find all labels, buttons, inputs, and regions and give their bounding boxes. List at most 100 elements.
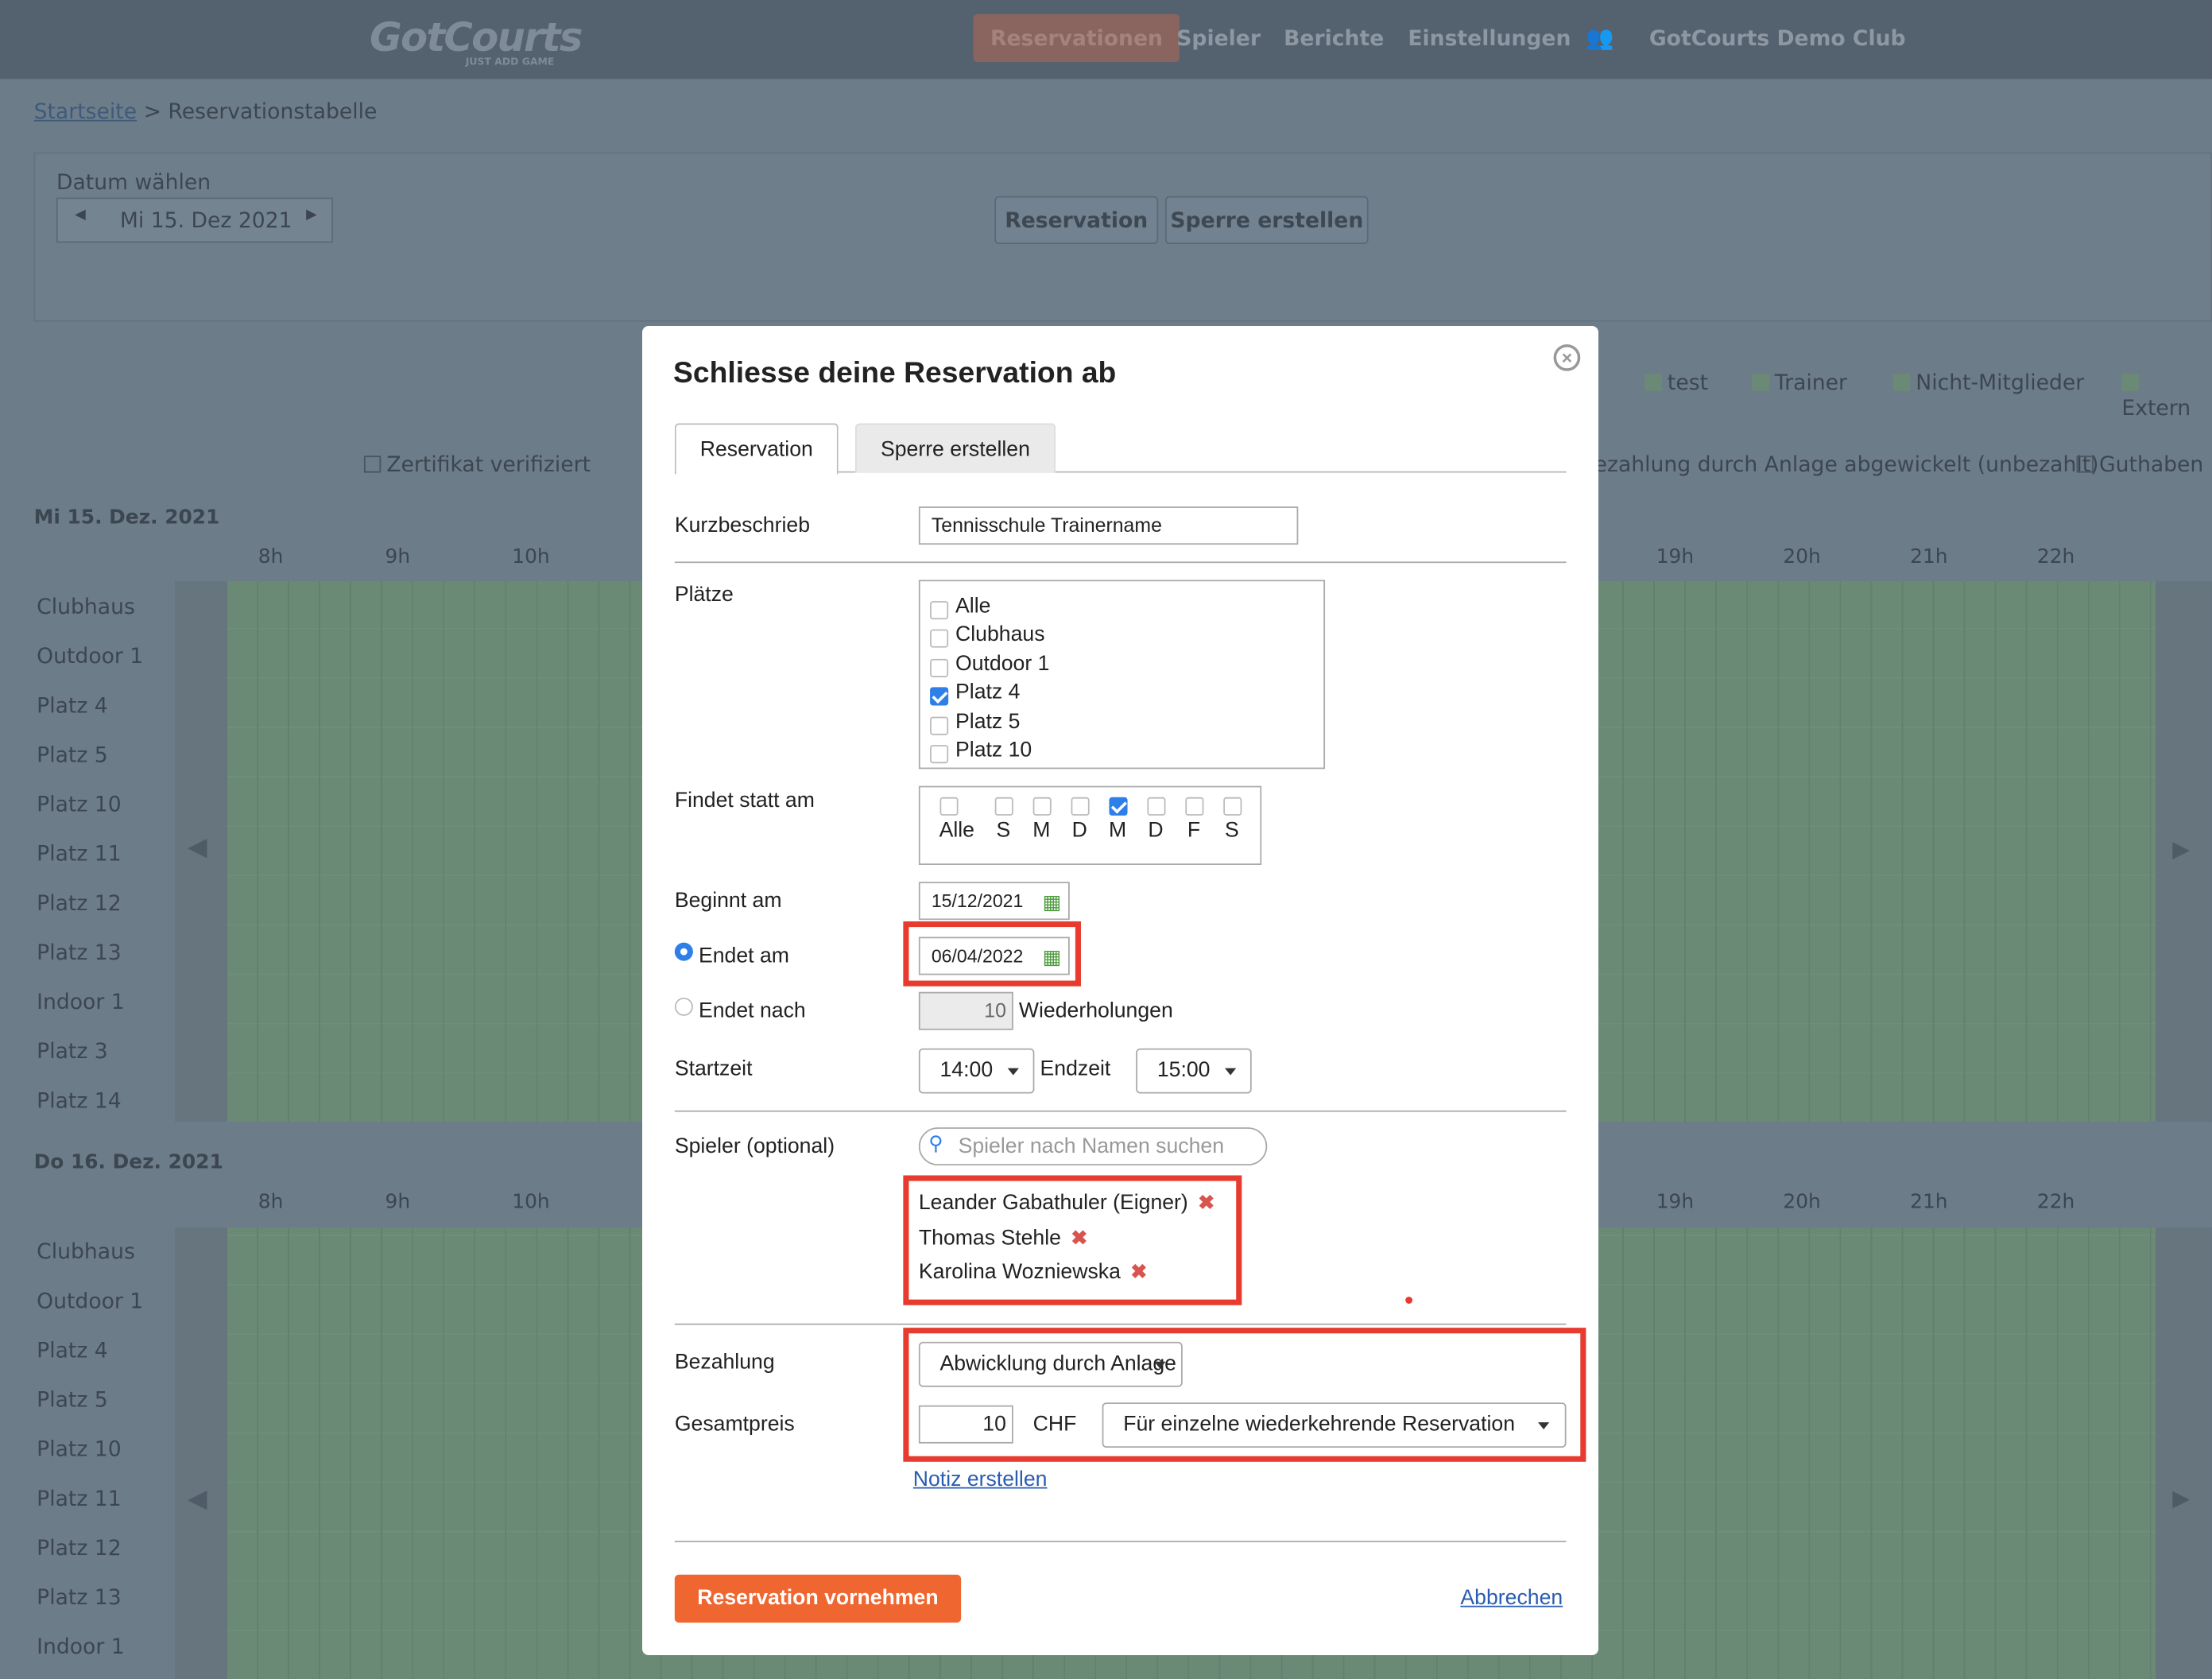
weekday-label: D [1148, 818, 1164, 843]
findet-label: Findet statt am [674, 789, 815, 813]
weekday-checkbox[interactable] [1184, 797, 1203, 816]
nav-club[interactable]: GotCourts Demo Club [1633, 14, 1923, 62]
checkbox[interactable] [929, 745, 948, 764]
start-time-select[interactable]: 14:00 [918, 1048, 1035, 1094]
remove-player-icon[interactable]: ✖ [1198, 1191, 1214, 1213]
court-option-label: Platz 4 [955, 680, 1021, 704]
tab-sperre[interactable]: Sperre erstellen [854, 423, 1056, 473]
legend-nicht-mitglieder: Nicht-Mitglieder [1892, 370, 2084, 395]
court-row-label: Outdoor 1 [37, 1288, 144, 1314]
hour-label: 20h [1783, 1190, 1821, 1214]
remove-player-icon[interactable]: ✖ [1130, 1260, 1147, 1282]
end-date-input[interactable]: 06/04/2022 ▦ [918, 936, 1070, 975]
cancel-link[interactable]: Abbrechen [1460, 1586, 1563, 1610]
court-row-label: Indoor 1 [37, 1634, 125, 1660]
player-item: Leander Gabathuler (Eigner) ✖ [918, 1191, 1214, 1215]
weekday-checkbox[interactable] [1146, 797, 1166, 816]
next-arrow-icon[interactable]: ▶ [2156, 1227, 2212, 1679]
start-date-input[interactable]: 15/12/2021 ▦ [918, 882, 1070, 921]
startzeit-label: Startzeit [674, 1057, 753, 1081]
start-time-value: 14:00 [939, 1058, 993, 1083]
date-label: Datum wählen [56, 169, 211, 195]
breadcrumb-home[interactable]: Startseite [34, 99, 138, 124]
hour-label: 19h [1656, 1190, 1695, 1214]
end-time-select[interactable]: 15:00 [1135, 1048, 1252, 1094]
reservation-button[interactable]: Reservation [994, 196, 1159, 245]
remove-player-icon[interactable]: ✖ [1071, 1225, 1087, 1247]
day-title-1: Mi 15. Dez. 2021 [33, 506, 220, 529]
court-row-label: Platz 13 [37, 940, 122, 966]
divider [674, 561, 1567, 564]
chevron-down-icon [1007, 1068, 1019, 1076]
users-icon[interactable]: 👥 [1569, 14, 1631, 62]
reservation-modal: Schliesse deine Reservation ab × Reserva… [641, 326, 1598, 1655]
courts-list: Alle Clubhaus Outdoor 1 Platz 4 Platz 5 Platz… [918, 580, 1325, 770]
day-title-2: Do 16. Dez. 2021 [33, 1151, 223, 1174]
payment-select[interactable]: Abwicklung durch Anlage [918, 1341, 1183, 1387]
next-day-icon[interactable]: ▶ [306, 207, 317, 223]
end-time-value: 15:00 [1156, 1058, 1211, 1083]
divider [674, 1541, 1567, 1542]
search-icon: ⚲ [928, 1131, 943, 1154]
weekday-checkbox[interactable] [939, 797, 959, 816]
red-dot [1404, 1297, 1412, 1304]
checkbox[interactable] [929, 687, 948, 706]
nav-reservationen[interactable]: Reservationen [973, 14, 1180, 63]
court-row-label: Platz 3 [37, 1038, 108, 1064]
checkbox[interactable] [929, 715, 948, 735]
hour-label: 9h [385, 545, 411, 569]
nav-einstellungen[interactable]: Einstellungen [1391, 14, 1588, 62]
checkbox[interactable] [929, 601, 948, 620]
weekday-checkbox[interactable] [1109, 797, 1128, 816]
hour-label: 8h [258, 545, 284, 569]
weekday-label: Alle [939, 818, 974, 843]
prev-arrow-icon[interactable]: ◀ [175, 581, 226, 1123]
court-option-label: Alle [955, 594, 991, 618]
nav-spieler[interactable]: Spieler [1160, 14, 1277, 62]
player-name: Karolina Wozniewska [918, 1259, 1121, 1285]
legend-trainer: Trainer [1752, 370, 1847, 395]
court-row-label: Platz 10 [37, 1436, 122, 1462]
court-option-label: Platz 10 [955, 738, 1032, 762]
endet-nach-radio[interactable] [674, 997, 693, 1016]
checkbox[interactable] [929, 658, 948, 677]
price-input[interactable]: 10 [918, 1405, 1013, 1444]
note-link[interactable]: Notiz erstellen [912, 1468, 1047, 1491]
next-arrow-icon[interactable]: ▶ [2156, 581, 2212, 1123]
weekday-checkbox[interactable] [1071, 797, 1090, 816]
weekday-checkbox[interactable] [994, 797, 1013, 816]
court-option-label: Platz 5 [955, 709, 1021, 734]
currency-label: CHF [1032, 1412, 1076, 1437]
wiederholungen-label: Wiederholungen [1018, 998, 1173, 1023]
weekday-checkbox[interactable] [1032, 797, 1052, 816]
court-row-label: Platz 4 [37, 1337, 108, 1363]
nav-berichte[interactable]: Berichte [1267, 14, 1401, 62]
close-icon[interactable]: × [1553, 344, 1580, 371]
hour-label: 22h [2036, 545, 2075, 569]
calendar-icon[interactable]: ▦ [1042, 940, 1060, 975]
start-date-value: 15/12/2021 [931, 890, 1023, 912]
chevron-down-icon [1153, 1361, 1166, 1369]
breadcrumb-separator: > [143, 99, 161, 125]
prev-arrow-icon[interactable]: ◀ [175, 1227, 226, 1679]
court-row-label: Platz 13 [37, 1584, 122, 1611]
tab-reservation[interactable]: Reservation [674, 423, 839, 475]
calendar-icon[interactable]: ▦ [1042, 885, 1060, 920]
weekday-label: S [1224, 818, 1239, 843]
block-button[interactable]: Sperre erstellen [1165, 196, 1369, 245]
price-scope-select[interactable]: Für einzelne wiederkehrende Reservation [1102, 1402, 1567, 1448]
kurzbeschrieb-input[interactable]: Tennisschule Trainername [918, 506, 1298, 545]
weekday-label: M [1032, 818, 1050, 843]
court-row-label: Platz 11 [37, 840, 122, 867]
end-date-value: 06/04/2022 [931, 945, 1023, 967]
prev-day-icon[interactable]: ◀ [75, 207, 86, 223]
modal-title: Schliesse deine Reservation ab [672, 357, 1116, 390]
checkbox[interactable] [929, 630, 948, 649]
submit-button[interactable]: Reservation vornehmen [674, 1574, 961, 1623]
repetitions-input[interactable]: 10 [918, 991, 1013, 1030]
chevron-down-icon [1537, 1422, 1549, 1429]
weekday-checkbox[interactable] [1222, 797, 1242, 816]
endet-am-radio[interactable] [674, 942, 693, 961]
player-search-input[interactable]: ⚲ Spieler nach Namen suchen [918, 1127, 1267, 1166]
date-picker[interactable]: ◀ Mi 15. Dez 2021 ▶ [56, 197, 333, 243]
